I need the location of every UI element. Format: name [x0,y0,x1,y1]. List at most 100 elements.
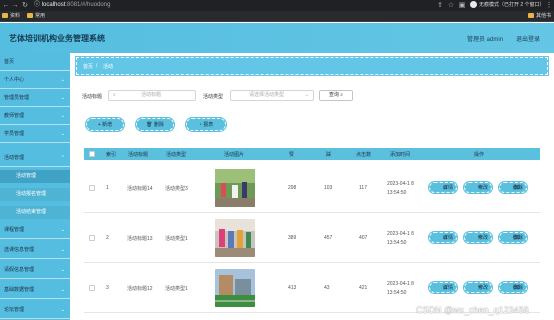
activity-image [215,269,255,307]
row-checkbox[interactable] [89,185,95,191]
row-index: 1 [106,185,109,191]
pie-chart-icon: ◔ [198,122,202,128]
breadcrumb-current: 活动 [103,64,114,70]
logout-link[interactable]: 退出登录 [516,34,540,43]
detail-button[interactable]: ⊟ 详情 [428,231,458,244]
title-filter-label: 活动标题 [82,94,103,100]
header-clicks: 点击数 [356,152,372,158]
row-likes: 298 [288,185,297,191]
edit-button[interactable]: ✎ 修改 [463,181,493,194]
row-time: 2023-04-1 8 13:54:50 [387,281,414,296]
search-icon: ⌕ [113,92,116,98]
bookmark-item[interactable]: 资料 [2,12,20,21]
sidebar-item-students[interactable]: 学员管理 ⌄ [0,125,70,143]
table-row: 2 活动标题13 活动类型1 389 457 407 2023-04-1 8 1… [84,213,540,263]
add-button[interactable]: + 新增 [85,117,125,132]
row-checkbox[interactable] [89,235,95,241]
delete-button[interactable]: ⌫ 删除 [498,231,528,244]
menu-icon[interactable]: ⋮ [545,1,553,10]
sidebar-item-admins[interactable]: 管理员管理 ⌄ [0,89,70,107]
row-likes: 413 [288,285,297,291]
row-type: 活动类型1 [165,236,188,242]
sidebar-item-forum[interactable]: 论坛管理 ⌄ [0,301,70,319]
row-type: 活动类型3 [165,186,188,192]
header-likes: 赞 [289,152,295,158]
trash-icon: 🗑 [146,122,153,128]
type-filter-label: 活动类型 [203,94,224,100]
user-label: 管理员 admin [467,37,504,43]
chevron-down-icon: ⌄ [60,77,65,83]
forward-icon[interactable]: → [11,1,19,10]
row-dislikes: 103 [324,185,333,191]
watermark: CSDN @wx_chen_q123456 [416,305,529,315]
sidebar-item-activities[interactable]: 活动管理 ⌃ [0,149,70,167]
chevron-down-icon: ⌄ [60,307,65,313]
title-filter-placeholder: 活动标题 [141,92,162,98]
row-index: 2 [106,235,109,241]
table-header: 索引 活动标题 活动类型 活动图片 赞 踩 点击数 添加时间 操作 [84,148,540,160]
bookmark-other[interactable]: 其他书签 [528,12,554,28]
chevron-down-icon: ⌄ [304,92,309,98]
row-title: 活动标题13 [127,236,153,242]
search-button[interactable]: 查询 ⌕ [319,90,353,101]
sidebar-item-teachers[interactable]: 教师管理 ⌄ [0,107,70,125]
sidebar-item-basic-data[interactable]: 基础数据管理 ⌄ [0,281,70,299]
row-clicks: 407 [359,235,368,241]
row-checkbox[interactable] [89,285,95,291]
activity-image [215,219,255,257]
row-likes: 389 [288,235,297,241]
select-all-checkbox[interactable] [89,151,95,157]
bookmark-item[interactable]: 常用 [27,12,45,21]
sidebar-item-home[interactable]: 首页 [0,53,70,71]
search-icon: ⌕ [340,92,344,98]
row-clicks: 421 [359,285,368,291]
chevron-down-icon: ⌄ [60,227,65,233]
app-header: 艺体培训机构业务管理系统 管理员 admin 退出登录 [0,23,554,53]
type-filter-placeholder: 请选择活动类型 [249,92,285,98]
sidebar: 首页 个人中心 ⌄ 管理员管理 ⌄ 教师管理 ⌄ 学员管理 ⌄ 活动管理 ⌃ 活动管理 活… [0,53,70,320]
breadcrumb-home[interactable]: 首页 [83,63,93,70]
app-title: 艺体培训机构业务管理系统 [9,34,105,43]
header-actions: 操作 [474,152,485,158]
report-button[interactable]: ◔ 报表 [185,117,227,132]
url-host: localhost [41,2,66,8]
edit-button[interactable]: ✎ 修改 [463,231,493,244]
detail-button[interactable]: ⊟ 详情 [428,181,458,194]
star-icon[interactable]: ☆ [447,1,455,10]
chevron-down-icon: ⌄ [60,247,65,253]
detail-button[interactable]: ⊟ 详情 [428,281,458,294]
incognito-indicator[interactable]: 无痕模式（已打开 2 个窗口） [470,1,545,10]
sidebar-subitem-activity-end[interactable]: 活动结束管理 [0,206,70,219]
title-filter-input[interactable]: ⌕ 活动标题 [108,90,196,101]
batch-delete-button[interactable]: 🗑 删除 [135,117,175,132]
row-index: 3 [106,285,109,291]
row-type: 活动类型1 [165,286,188,292]
sidebar-item-profile[interactable]: 个人中心 ⌄ [0,71,70,89]
edit-button[interactable]: ✎ 修改 [463,281,493,294]
delete-button[interactable]: ⌫ 删除 [498,281,528,294]
extensions-icon[interactable]: ▣ [458,1,466,10]
bookmarks-bar: 资料 常用 其他书签 [0,11,554,28]
chevron-down-icon: ⌄ [60,113,65,119]
delete-button[interactable]: ⌫ 删除 [498,181,528,194]
folder-icon [528,13,534,18]
header-title: 活动标题 [128,152,149,158]
row-dislikes: 43 [324,285,330,291]
incognito-icon [470,1,477,8]
folder-icon [2,13,8,18]
share-icon[interactable]: ⇪ [436,1,444,10]
sidebar-item-leaves[interactable]: 请假信息管理 ⌄ [0,261,70,279]
sidebar-subitem-activity-signup[interactable]: 活动报名管理 [0,188,70,201]
sidebar-item-courses[interactable]: 课程管理 ⌄ [0,221,70,239]
table-row: 1 活动标题14 活动类型3 298 103 117 2023-04-1 8 1… [84,163,540,213]
header-dislikes: 踩 [326,152,332,158]
header-time: 添加时间 [390,152,411,158]
back-icon[interactable]: ← [2,1,10,10]
row-title: 活动标题12 [127,286,153,292]
sidebar-item-enrollments[interactable]: 选课信息管理 ⌄ [0,241,70,259]
sidebar-subitem-activity-manage[interactable]: 活动管理 [0,170,70,183]
breadcrumb-separator: / [96,63,98,69]
reload-icon[interactable]: ↻ [21,1,29,10]
type-filter-select[interactable]: 请选择活动类型 ⌄ [230,90,314,101]
address-bar[interactable]: ⓘ localhost:8081/#/huodong [34,1,434,10]
